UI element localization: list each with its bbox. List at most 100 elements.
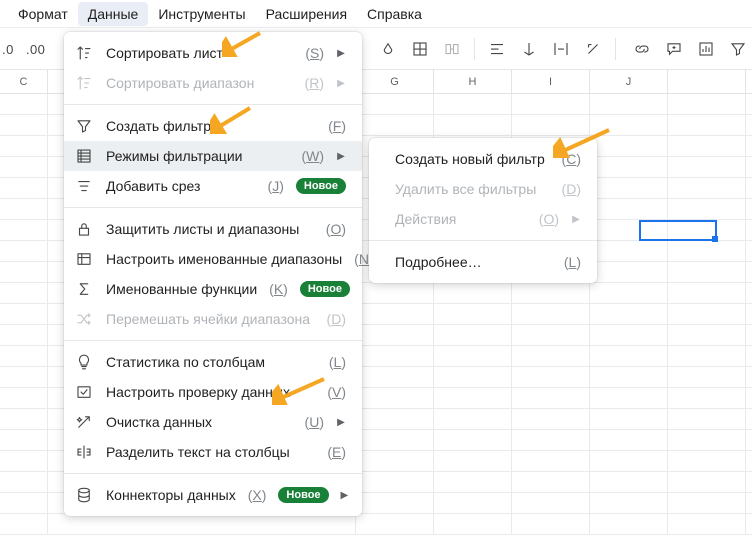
menu-item-hotkey: (S): [305, 45, 324, 61]
text-rotation-icon[interactable]: [583, 39, 603, 59]
vertical-align-icon[interactable]: [519, 39, 539, 59]
submenu-item-delete-all: Удалить все фильтры (D): [369, 174, 597, 204]
column-header[interactable]: G: [356, 70, 434, 94]
filter-views-submenu: Создать новый фильтр (C) Удалить все фил…: [369, 138, 597, 283]
menu-item-label: Именованные функции: [106, 281, 257, 297]
menu-item-hotkey: (E): [327, 444, 346, 460]
column-header[interactable]: [668, 70, 746, 94]
menu-item-label: Очистка данных: [106, 414, 293, 430]
menu-item-hotkey: (L): [564, 254, 581, 270]
insert-chart-icon[interactable]: [696, 39, 716, 59]
menu-item-hotkey: (V): [327, 384, 346, 400]
data-menu-dropdown: Сортировать лист (S) ▶ Сортировать диапа…: [64, 32, 362, 516]
menu-item-label: Настроить именованные диапазоны: [106, 251, 342, 267]
submenu-arrow-icon: ▶: [336, 78, 346, 89]
submenu-item-learn-more[interactable]: Подробнее… (L): [369, 247, 597, 277]
menu-item-named-ranges[interactable]: Настроить именованные диапазоны (N): [64, 244, 362, 274]
column-header[interactable]: C: [0, 70, 48, 94]
filter-views-icon: [74, 147, 94, 165]
menu-item-label: Сортировать диапазон: [106, 75, 293, 91]
menu-tools[interactable]: Инструменты: [148, 2, 255, 26]
text-wrap-icon[interactable]: [551, 39, 571, 59]
menu-item-hotkey: (O): [326, 221, 346, 237]
filter-icon: [74, 117, 94, 135]
new-badge: Новое: [296, 178, 346, 194]
sigma-icon: [74, 280, 94, 298]
menu-item-hotkey: (L): [329, 354, 346, 370]
menu-item-create-filter[interactable]: Создать фильтр (F): [64, 111, 362, 141]
menu-item-label: Добавить срез: [106, 178, 256, 194]
increase-decimal-button[interactable]: .00: [26, 42, 46, 57]
menu-item-label: Удалить все фильтры: [395, 181, 550, 197]
menu-item-hotkey: (D): [327, 311, 346, 327]
menu-item-label: Действия: [395, 211, 527, 227]
sort-ascending-icon: [74, 44, 94, 62]
menu-data[interactable]: Данные: [78, 2, 149, 26]
menu-item-sort-range: Сортировать диапазон (R) ▶: [64, 68, 362, 98]
menu-item-hotkey: (C): [562, 151, 581, 167]
menu-bar: Формат Данные Инструменты Расширения Спр…: [0, 0, 752, 28]
slicer-icon: [74, 177, 94, 195]
menu-item-data-validation[interactable]: Настроить проверку данных (V): [64, 377, 362, 407]
insert-link-icon[interactable]: [632, 39, 652, 59]
column-header[interactable]: J: [590, 70, 668, 94]
submenu-arrow-icon: ▶: [571, 214, 581, 225]
menu-item-hotkey: (X): [248, 487, 267, 503]
lightbulb-icon: [74, 353, 94, 371]
menu-help[interactable]: Справка: [357, 2, 432, 26]
merge-cells-icon[interactable]: [442, 39, 462, 59]
named-ranges-icon: [74, 250, 94, 268]
submenu-arrow-icon: ▶: [336, 417, 346, 428]
column-header[interactable]: H: [434, 70, 512, 94]
submenu-item-new-filter[interactable]: Создать новый фильтр (C): [369, 144, 597, 174]
database-icon: [74, 486, 94, 504]
column-header[interactable]: I: [512, 70, 590, 94]
menu-item-hotkey: (U): [305, 414, 324, 430]
menu-item-hotkey: (F): [328, 118, 346, 134]
menu-format[interactable]: Формат: [8, 2, 78, 26]
menu-item-label: Разделить текст на столбцы: [106, 444, 315, 460]
menu-item-data-cleanup[interactable]: Очистка данных (U) ▶: [64, 407, 362, 437]
new-badge: Новое: [300, 281, 350, 297]
menu-item-label: Перемешать ячейки диапазона: [106, 311, 315, 327]
menu-item-add-slicer[interactable]: Добавить срез (J) Новое: [64, 171, 362, 201]
sort-range-icon: [74, 74, 94, 92]
new-badge: Новое: [278, 487, 328, 503]
filter-icon[interactable]: [728, 39, 748, 59]
menu-item-hotkey: (K): [269, 281, 288, 297]
horizontal-align-icon[interactable]: [487, 39, 507, 59]
menu-item-label: Режимы фильтрации: [106, 148, 289, 164]
menu-extensions[interactable]: Расширения: [256, 2, 357, 26]
menu-item-named-functions[interactable]: Именованные функции (K) Новое: [64, 274, 362, 304]
menu-item-label: Статистика по столбцам: [106, 354, 317, 370]
lock-icon: [74, 220, 94, 238]
borders-icon[interactable]: [410, 39, 430, 59]
menu-item-randomize: Перемешать ячейки диапазона (D): [64, 304, 362, 334]
menu-item-label: Сортировать лист: [106, 45, 293, 61]
menu-item-label: Настроить проверку данных: [106, 384, 315, 400]
menu-item-hotkey: (R): [305, 75, 324, 91]
data-validation-icon: [74, 383, 94, 401]
insert-comment-icon[interactable]: [664, 39, 684, 59]
decrease-decimal-button[interactable]: .0: [2, 42, 14, 57]
submenu-arrow-icon: ▶: [336, 48, 346, 59]
menu-item-label: Создать фильтр: [106, 118, 316, 134]
submenu-item-actions: Действия (O) ▶: [369, 204, 597, 234]
menu-item-protect[interactable]: Защитить листы и диапазоны (O): [64, 214, 362, 244]
menu-item-sort-sheet[interactable]: Сортировать лист (S) ▶: [64, 38, 362, 68]
submenu-arrow-icon: ▶: [341, 490, 349, 501]
menu-item-label: Защитить листы и диапазоны: [106, 221, 314, 237]
menu-item-data-connectors[interactable]: Коннекторы данных (X) Новое ▶: [64, 480, 362, 510]
menu-item-hotkey: (J): [268, 178, 284, 194]
menu-item-column-stats[interactable]: Статистика по столбцам (L): [64, 347, 362, 377]
menu-item-filter-views[interactable]: Режимы фильтрации (W) ▶: [64, 141, 362, 171]
menu-item-label: Создать новый фильтр: [395, 151, 550, 167]
menu-item-hotkey: (W): [301, 148, 324, 164]
sparkle-icon: [74, 413, 94, 431]
menu-item-hotkey: (O): [539, 211, 559, 227]
menu-item-label: Коннекторы данных: [106, 487, 236, 503]
menu-item-hotkey: (D): [562, 181, 581, 197]
menu-item-label: Подробнее…: [395, 254, 552, 270]
menu-item-split-text[interactable]: Разделить текст на столбцы (E): [64, 437, 362, 467]
fill-color-icon[interactable]: [378, 39, 398, 59]
